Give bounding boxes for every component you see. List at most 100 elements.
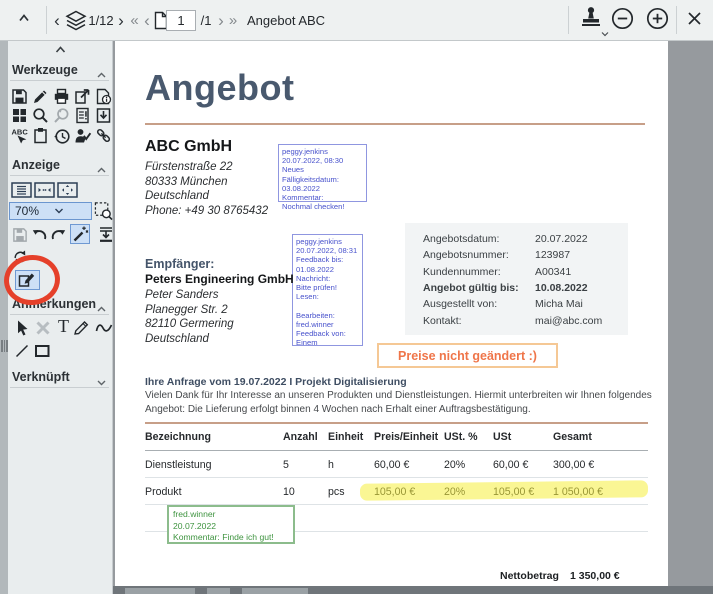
divider (145, 477, 648, 478)
chevron-up-icon (53, 43, 68, 62)
stamp-button[interactable] (576, 0, 606, 41)
meta-row: Kundennummer:A00341 (423, 266, 620, 282)
select-annotation-icon[interactable] (12, 318, 31, 337)
search-again-icon[interactable] (52, 106, 71, 125)
magic-wand-icon[interactable] (70, 224, 90, 244)
text-annotation-icon[interactable]: T (54, 317, 73, 336)
chevron-up-icon (16, 10, 32, 31)
search-icon[interactable] (31, 106, 50, 125)
sticky-note-approval[interactable]: fred.winner 20.07.2022 Kommentar: Finde … (167, 505, 295, 544)
scroll-to-bottom-icon[interactable] (96, 225, 115, 244)
save-view-icon[interactable] (10, 225, 29, 244)
report-icon[interactable] (73, 106, 92, 125)
layer-prev-button[interactable]: ‹ (50, 0, 64, 41)
chevron-down-icon (54, 204, 88, 218)
chevron-up-icon[interactable] (96, 301, 107, 319)
last-page-button[interactable]: » (226, 0, 240, 41)
select-text-icon[interactable]: ABC (10, 126, 29, 145)
divider (10, 175, 109, 176)
pdf-annotation-app: ‹ 1/12 › « ‹ /1 › » Angebot ABC (0, 0, 713, 594)
table-top-rule (145, 422, 648, 424)
panel-edge-strip (0, 41, 8, 594)
marquee-zoom-icon[interactable] (94, 201, 113, 220)
layers-icon[interactable] (64, 0, 88, 41)
divider (10, 387, 109, 388)
doc-heading: Angebot (145, 67, 294, 109)
toolbar-separator (676, 6, 677, 34)
svg-text:ABC: ABC (11, 127, 28, 136)
fit-page-icon[interactable] (56, 181, 78, 198)
minus-circle-icon (611, 7, 634, 35)
meta-row: Angebot gültig bis:10.08.2022 (423, 282, 620, 298)
taskbar-button[interactable] (207, 588, 230, 594)
meta-row: Angebotsnummer:123987 (423, 249, 620, 265)
first-page-button[interactable]: « (128, 0, 141, 41)
free-text-annotation-prices[interactable]: Preise nicht geändert :) (377, 343, 558, 368)
recipient-address: Peter Sanders Planegger Str. 2 82110 Ger… (145, 288, 234, 346)
document-page: Angebot ABC GmbH Fürstenstraße 22 80333 … (115, 41, 668, 586)
layer-next-button[interactable]: › (114, 0, 128, 41)
recipient-name: Peters Engineering GmbH (145, 272, 294, 286)
sender-name: ABC GmbH (145, 138, 232, 156)
zoom-in-button[interactable] (645, 0, 669, 41)
divider (10, 314, 109, 315)
section-header-werkzeuge[interactable]: Werkzeuge (12, 63, 78, 77)
line-annotation-icon[interactable] (12, 341, 31, 360)
redo-icon[interactable] (49, 225, 68, 244)
sticky-note-feedback[interactable]: peggy.jenkins 20.07.2022, 08:31 Feedback… (292, 234, 363, 346)
section-header-anzeige[interactable]: Anzeige (12, 158, 60, 172)
table-header-row: Bezeichnung Anzahl Einheit Preis/Einheit… (145, 431, 650, 445)
rectangle-annotation-icon[interactable] (33, 341, 52, 360)
taskbar-button[interactable] (125, 588, 195, 594)
yellow-highlight-annotation[interactable] (360, 480, 648, 501)
zoom-level-select[interactable]: 70% (9, 202, 92, 220)
fit-width-icon[interactable] (10, 181, 32, 198)
close-icon (686, 10, 703, 32)
close-button[interactable] (682, 0, 706, 41)
top-toolbar: ‹ 1/12 › « ‹ /1 › » Angebot ABC (0, 0, 713, 41)
quote-meta-box: Angebotsdatum:20.07.2022 Angebotsnummer:… (405, 223, 628, 335)
net-total-label: Nettobetrag (500, 570, 559, 582)
save-icon[interactable] (10, 87, 29, 106)
grid-view-icon[interactable] (10, 106, 29, 125)
delete-annotation-icon[interactable] (33, 318, 52, 337)
pen-icon[interactable] (31, 87, 50, 106)
divider (145, 450, 648, 451)
table-row: Dienstleistung 5 h 60,00 € 20% 60,00 € 3… (145, 459, 650, 473)
freehand-annotation-icon[interactable] (94, 318, 113, 337)
import-icon[interactable] (94, 106, 113, 125)
chevron-down-icon (601, 24, 609, 42)
fit-window-icon[interactable] (33, 181, 55, 198)
page-total: /1 (197, 0, 215, 41)
net-total-value: 1 350,00 € (570, 570, 620, 582)
export-icon[interactable] (73, 87, 92, 106)
panel-resize-grip[interactable] (0, 340, 8, 352)
chevron-down-icon[interactable] (96, 374, 107, 392)
pencil-annotation-icon[interactable] (72, 318, 91, 337)
clipboard-icon[interactable] (31, 126, 50, 145)
collapse-toolbar-button[interactable] (6, 0, 42, 41)
meta-row: Ausgestellt von:Micha Mai (423, 298, 620, 314)
file-info-icon[interactable] (94, 87, 113, 106)
recipient-label: Empfänger: (145, 257, 214, 271)
history-icon[interactable] (52, 126, 71, 145)
link-icon[interactable] (94, 126, 113, 145)
page-number-input[interactable] (166, 10, 196, 31)
print-icon[interactable] (52, 87, 71, 106)
undo-icon[interactable] (30, 225, 49, 244)
section-header-verknuepft[interactable]: Verknüpft (12, 370, 70, 384)
document-title: Angebot ABC (247, 0, 367, 41)
collapse-sidebar-button[interactable] (51, 43, 70, 62)
chevron-up-icon[interactable] (96, 67, 107, 85)
divider (10, 80, 109, 81)
bottom-strip (113, 586, 713, 594)
sticky-note-due-date[interactable]: peggy.jenkins 20.07.2022, 08:30 Neues Fä… (278, 144, 367, 202)
sender-address: Fürstenstraße 22 80333 München Deutschla… (145, 160, 268, 218)
approve-signature-icon[interactable] (73, 126, 92, 145)
toolbar-separator (568, 6, 569, 34)
meta-row: Kontakt:mai@abc.com (423, 315, 620, 331)
heading-rule (145, 123, 645, 125)
chevron-up-icon[interactable] (96, 162, 107, 180)
zoom-out-button[interactable] (610, 0, 634, 41)
taskbar-button[interactable] (242, 588, 308, 594)
